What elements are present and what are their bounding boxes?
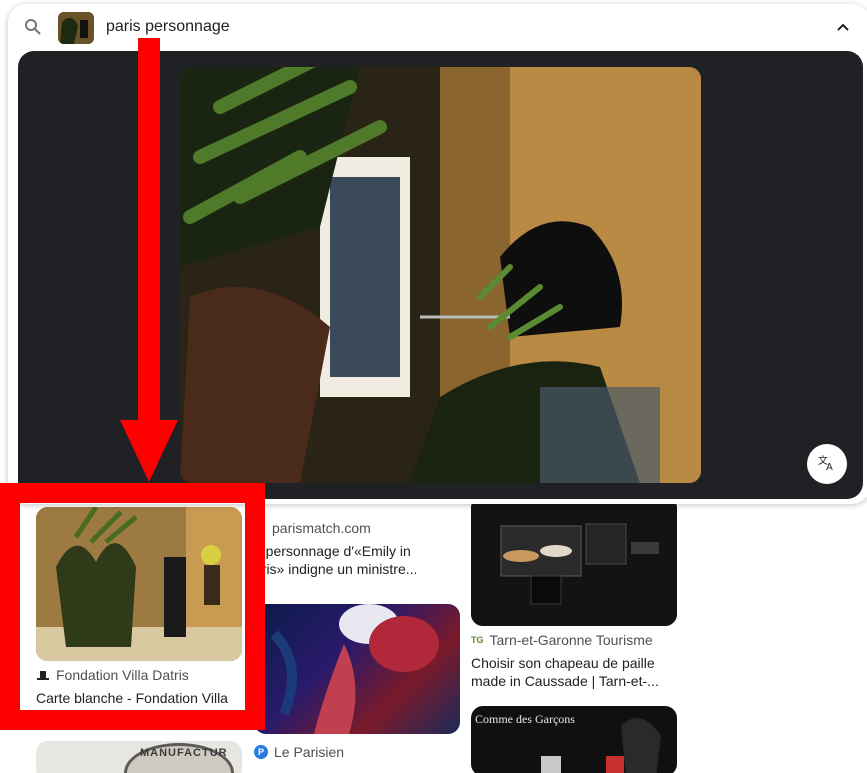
chevron-up-icon[interactable] — [834, 18, 852, 36]
result-image-text: MANUFACTUR — [140, 747, 228, 759]
result-title-line2[interactable]: made in Caussade | Tarn-et-... — [471, 672, 677, 690]
tg-logo-icon: TG — [471, 635, 484, 645]
result-source-label: Le Parisien — [274, 744, 345, 760]
result-image[interactable] — [254, 604, 460, 734]
result-image[interactable] — [471, 496, 677, 626]
result-card-manufacture[interactable]: MANUFACTUR — [36, 741, 242, 773]
result-source: TG Tarn-et-Garonne Tourisme — [471, 632, 677, 648]
page: Fondation Villa Datris Carte blanche - F… — [0, 0, 867, 773]
result-image[interactable]: Comme des Garçons — [471, 706, 677, 773]
translate-icon: 文A — [817, 452, 837, 477]
svg-text:A: A — [826, 462, 833, 472]
result-image[interactable]: MANUFACTUR — [36, 741, 242, 773]
result-image-art — [471, 496, 677, 626]
annotation-highlight-box — [0, 483, 265, 730]
result-source: parismatch.com — [256, 520, 460, 536]
query-image-thumbnail[interactable] — [58, 12, 94, 44]
result-card-comme-des-garcons[interactable]: Comme des Garçons — [471, 706, 677, 773]
search-bar[interactable]: paris personnage — [8, 4, 867, 50]
result-card-parismatch[interactable]: parismatch.com n personnage d'«Emily in … — [254, 508, 460, 578]
result-title-line1[interactable]: Choisir son chapeau de paille — [471, 654, 677, 672]
annotation-arrow-shaft — [138, 38, 160, 426]
result-image-art — [270, 604, 439, 734]
search-query[interactable]: paris personnage — [106, 18, 230, 36]
result-source-label: Tarn-et-Garonne Tourisme — [489, 632, 653, 648]
search-icon[interactable] — [24, 18, 42, 36]
translate-button[interactable]: 文A — [807, 444, 847, 484]
annotation-arrow-head — [120, 420, 178, 482]
result-card-tarn-et-garonne[interactable]: TG Tarn-et-Garonne Tourisme Choisir son … — [471, 496, 677, 690]
preview-image-art — [180, 67, 701, 483]
result-title-line1[interactable]: n personnage d'«Emily in — [254, 542, 460, 560]
result-source-label: parismatch.com — [272, 520, 371, 536]
le-parisien-logo-icon: P — [254, 745, 268, 759]
result-source: P Le Parisien — [254, 744, 460, 760]
result-title-line2[interactable]: aris» indigne un ministre... — [254, 560, 460, 578]
result-image-art — [541, 718, 661, 773]
preview-image[interactable] — [180, 67, 701, 483]
result-card-le-parisien[interactable]: P Le Parisien — [254, 604, 460, 760]
